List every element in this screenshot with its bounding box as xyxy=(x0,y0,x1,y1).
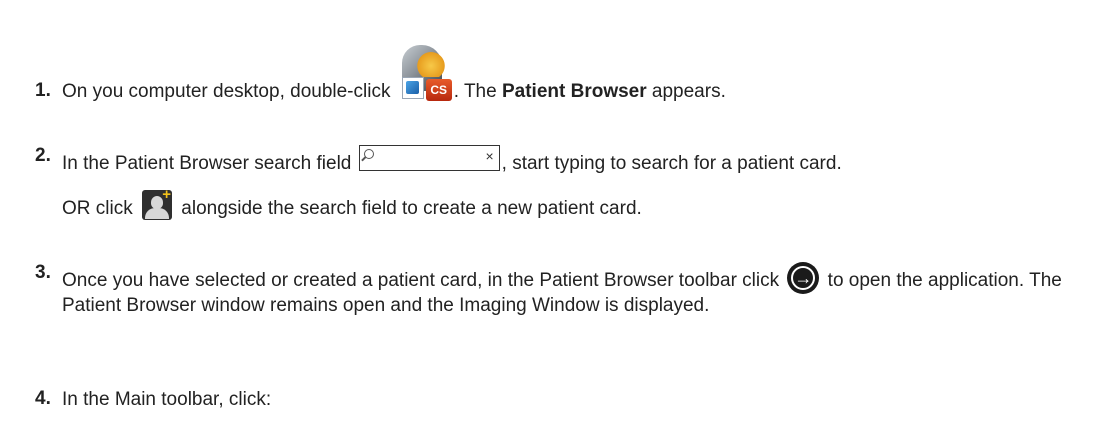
step-number: 1. xyxy=(35,80,51,101)
arrow-right-icon: → xyxy=(794,268,813,288)
step-text: Once you have selected or created a pati… xyxy=(62,262,1102,318)
step-text-line-2: OR click + alongside the search field to… xyxy=(62,186,642,221)
step-text: In the Patient Browser search field × , s… xyxy=(62,145,842,176)
step-number: 2. xyxy=(35,145,51,166)
step-number: 3. xyxy=(35,262,51,283)
patient-browser-label: Patient Browser xyxy=(501,81,647,102)
step-text: On you computer desktop, double-click CS… xyxy=(62,45,726,104)
person-shoulders-graphic xyxy=(145,208,169,219)
step-text-part: appears. xyxy=(646,81,726,102)
sun-graphic xyxy=(415,49,446,77)
plus-icon: + xyxy=(162,186,171,203)
shortcut-arrow-icon xyxy=(401,77,424,99)
step-text-part: OR click xyxy=(62,198,138,219)
step-text: In the Main toolbar, click: xyxy=(62,389,272,410)
step-text-part: Once you have selected or created a pati… xyxy=(62,270,785,291)
cs-imaging-app-icon[interactable]: CS xyxy=(398,43,452,103)
cs-badge: CS xyxy=(425,79,452,101)
step-text-part: . The xyxy=(453,81,502,102)
step-text-part: On you computer desktop, double-click xyxy=(62,81,396,102)
search-icon xyxy=(363,149,374,159)
close-icon: × xyxy=(485,148,494,164)
search-field-icon[interactable]: × xyxy=(358,145,500,171)
new-patient-icon[interactable]: + xyxy=(142,186,172,220)
step-text-part: In the Patient Browser search field xyxy=(62,153,357,174)
step-text-part: alongside the search field to create a n… xyxy=(176,198,642,219)
step-number: 4. xyxy=(35,388,51,409)
open-application-icon[interactable]: → xyxy=(787,262,820,294)
step-text-part: , start typing to search for a patient c… xyxy=(501,153,842,174)
